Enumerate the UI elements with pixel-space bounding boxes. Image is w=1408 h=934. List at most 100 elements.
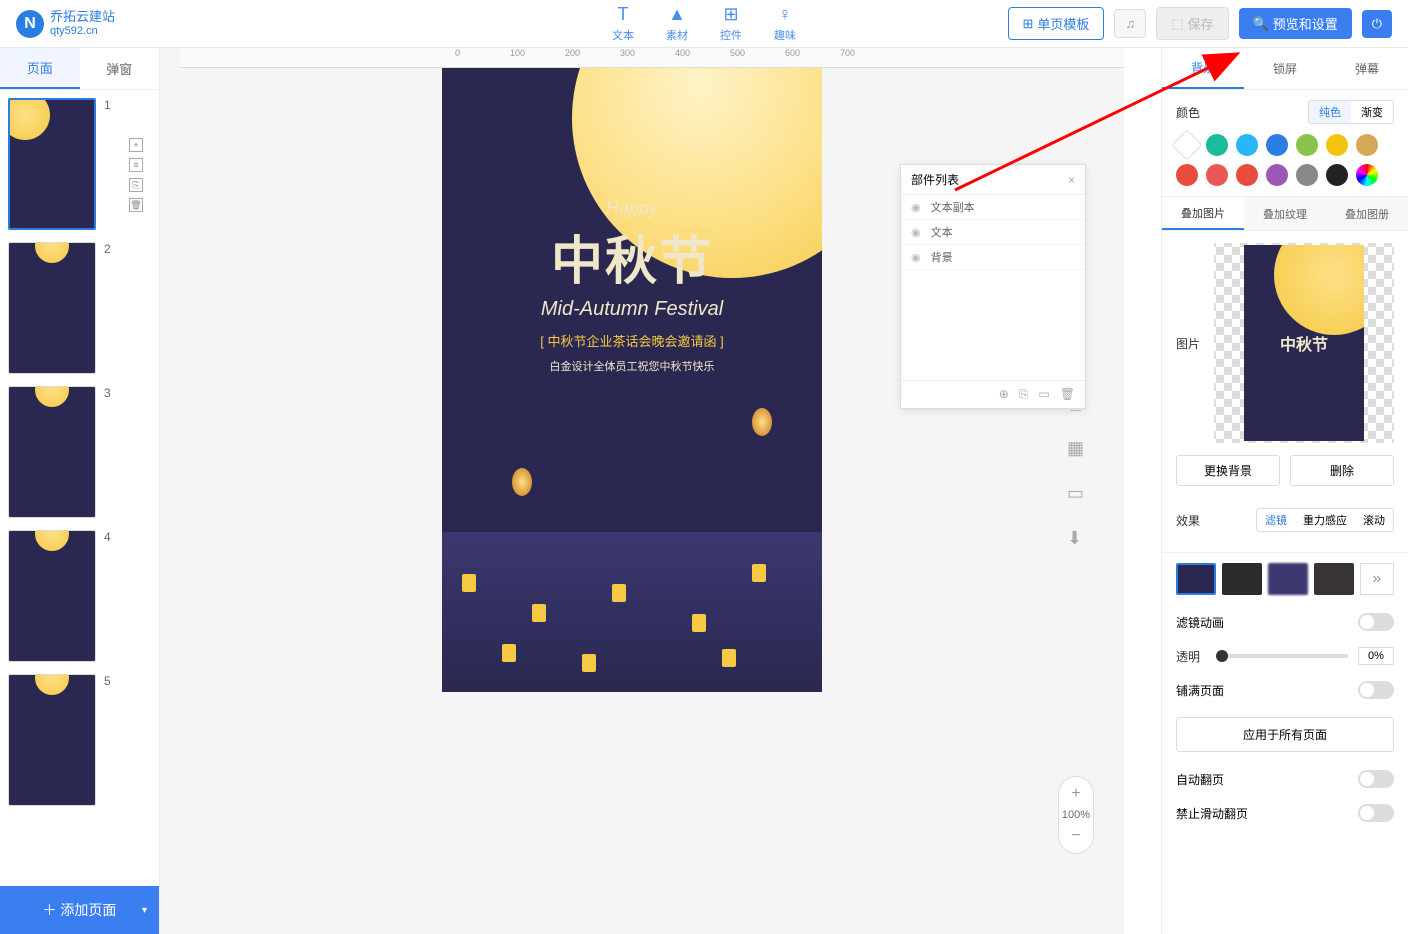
eye-icon[interactable]: ◉ xyxy=(911,251,921,264)
page-thumb[interactable] xyxy=(8,98,96,230)
page-tools: + ≡ ⎘ 🗑 xyxy=(129,138,143,212)
add-icon[interactable]: + xyxy=(129,138,143,152)
tool-text[interactable]: T文本 xyxy=(612,4,634,43)
color-swatch[interactable] xyxy=(1296,134,1318,156)
color-section: 颜色 纯色 渐变 xyxy=(1162,90,1408,197)
bg-preview[interactable]: 中秋节 xyxy=(1214,243,1394,443)
widget-row[interactable]: ◉文本副本 xyxy=(901,195,1085,220)
chevron-down-icon: ▾ xyxy=(142,905,147,916)
color-swatch[interactable] xyxy=(1356,134,1378,156)
tab-solid[interactable]: 纯色 xyxy=(1309,101,1351,123)
template-button[interactable]: ⊞单页模板 xyxy=(1008,7,1105,40)
tab-scroll[interactable]: 滚动 xyxy=(1355,509,1393,531)
filter-thumb[interactable] xyxy=(1222,563,1262,595)
tab-barrage[interactable]: 弹幕 xyxy=(1326,48,1408,89)
move-icon[interactable]: ≡ xyxy=(129,158,143,172)
power-button[interactable]: ⏻ xyxy=(1362,10,1392,38)
opacity-value: 0% xyxy=(1358,647,1394,665)
color-mode-tabs: 纯色 渐变 xyxy=(1308,100,1394,124)
tab-background[interactable]: 背景 xyxy=(1162,48,1244,89)
preview-button[interactable]: 🔍预览和设置 xyxy=(1239,8,1352,39)
page-list: 1 + ≡ ⎘ 🗑 2 3 4 5 xyxy=(0,90,159,886)
autoflip-row: 自动翻页 xyxy=(1162,762,1408,796)
apply-all-button[interactable]: 应用于所有页面 xyxy=(1176,717,1394,752)
color-swatch[interactable] xyxy=(1266,134,1288,156)
tab-gradient[interactable]: 渐变 xyxy=(1351,101,1393,123)
color-swatch[interactable] xyxy=(1176,164,1198,186)
right-tabs: 背景 锁屏 弹幕 xyxy=(1162,48,1408,90)
template-icon: ⊞ xyxy=(1023,16,1034,32)
filter-more-button[interactable]: » xyxy=(1360,563,1394,595)
noswipe-toggle[interactable] xyxy=(1358,804,1394,822)
zoom-value: 100% xyxy=(1062,805,1090,825)
color-swatch[interactable] xyxy=(1171,129,1202,160)
delete-bg-button[interactable]: 删除 xyxy=(1290,455,1394,486)
tab-pages[interactable]: 页面 xyxy=(0,48,80,89)
download-icon[interactable]: ⬇ xyxy=(1067,528,1084,549)
tool-fun[interactable]: ♀趣味 xyxy=(774,4,796,43)
color-swatch[interactable] xyxy=(1266,164,1288,186)
filter-anim-toggle[interactable] xyxy=(1358,613,1394,631)
logo-icon: N xyxy=(16,10,44,38)
color-swatch[interactable] xyxy=(1296,164,1318,186)
page-item[interactable]: 5 xyxy=(8,674,151,806)
close-icon[interactable]: × xyxy=(1068,173,1075,187)
color-swatch[interactable] xyxy=(1356,164,1378,186)
delete-icon[interactable]: 🗑 xyxy=(129,198,143,212)
tab-overlay-texture[interactable]: 叠加纹理 xyxy=(1244,197,1326,230)
page-thumb[interactable] xyxy=(8,530,96,662)
page-item[interactable]: 4 xyxy=(8,530,151,662)
autoflip-toggle[interactable] xyxy=(1358,770,1394,788)
fill-row: 铺满页面 xyxy=(1162,673,1408,707)
logo[interactable]: N 乔拓云建站 qty592.cn xyxy=(16,10,115,38)
copy-icon[interactable]: ⎘ xyxy=(129,178,143,192)
color-swatch[interactable] xyxy=(1236,164,1258,186)
layer-folder-icon[interactable]: ▭ xyxy=(1038,387,1049,402)
color-swatch[interactable] xyxy=(1206,134,1228,156)
lantern-graphic xyxy=(752,408,772,436)
color-swatch[interactable] xyxy=(1236,134,1258,156)
tool-widget[interactable]: ⊞控件 xyxy=(720,4,742,43)
logo-sub: qty592.cn xyxy=(50,25,115,37)
save-button[interactable]: ⬚保存 xyxy=(1156,7,1228,40)
header-right: ⊞单页模板 ♫ ⬚保存 🔍预览和设置 ⏻ xyxy=(1008,7,1392,40)
eye-icon[interactable]: ◉ xyxy=(911,226,921,239)
layer-delete-icon[interactable]: 🗑 xyxy=(1060,387,1075,402)
filter-thumb[interactable] xyxy=(1268,563,1308,595)
widget-row[interactable]: ◉文本 xyxy=(901,220,1085,245)
tool-material[interactable]: ▲素材 xyxy=(666,4,688,43)
page-thumb[interactable] xyxy=(8,386,96,518)
page-item[interactable]: 3 xyxy=(8,386,151,518)
color-swatch[interactable] xyxy=(1326,134,1348,156)
zoom-in-button[interactable]: + xyxy=(1071,783,1080,805)
page-thumb[interactable] xyxy=(8,674,96,806)
layer-copy-icon[interactable]: ⎘ xyxy=(1019,387,1029,402)
canvas[interactable]: Happy 中秋节 Mid-Autumn Festival [ 中秋节企业茶话会… xyxy=(442,68,822,692)
add-page-button[interactable]: ＋ 添加页面▾ xyxy=(0,886,159,934)
filter-thumb[interactable] xyxy=(1314,563,1354,595)
fill-toggle[interactable] xyxy=(1358,681,1394,699)
page-item[interactable]: 1 + ≡ ⎘ 🗑 xyxy=(8,98,151,230)
filter-thumb[interactable] xyxy=(1176,563,1216,595)
change-bg-button[interactable]: 更换背景 xyxy=(1176,455,1280,486)
page-thumb[interactable] xyxy=(8,242,96,374)
device-icon[interactable]: ▭ xyxy=(1067,483,1084,504)
opacity-slider[interactable] xyxy=(1216,654,1348,658)
eye-icon[interactable]: ◉ xyxy=(911,201,921,214)
layer-up-icon[interactable]: ⊕ xyxy=(999,387,1009,402)
tab-lockscreen[interactable]: 锁屏 xyxy=(1244,48,1326,89)
layers-icon[interactable]: ▦ xyxy=(1067,438,1084,459)
tab-popup[interactable]: 弹窗 xyxy=(80,48,160,89)
color-swatch[interactable] xyxy=(1206,164,1228,186)
tab-filter[interactable]: 滤镜 xyxy=(1257,509,1295,531)
tab-overlay-image[interactable]: 叠加图片 xyxy=(1162,197,1244,230)
widget-row[interactable]: ◉背景 xyxy=(901,245,1085,270)
page-item[interactable]: 2 xyxy=(8,242,151,374)
color-swatch[interactable] xyxy=(1326,164,1348,186)
tab-gravity[interactable]: 重力感应 xyxy=(1295,509,1355,531)
effect-section: 效果 滤镜 重力感应 滚动 xyxy=(1162,498,1408,553)
tab-overlay-album[interactable]: 叠加图册 xyxy=(1326,197,1408,230)
music-button[interactable]: ♫ xyxy=(1114,9,1146,38)
zoom-out-button[interactable]: − xyxy=(1071,825,1080,847)
header-tools: T文本 ▲素材 ⊞控件 ♀趣味 xyxy=(612,4,796,43)
